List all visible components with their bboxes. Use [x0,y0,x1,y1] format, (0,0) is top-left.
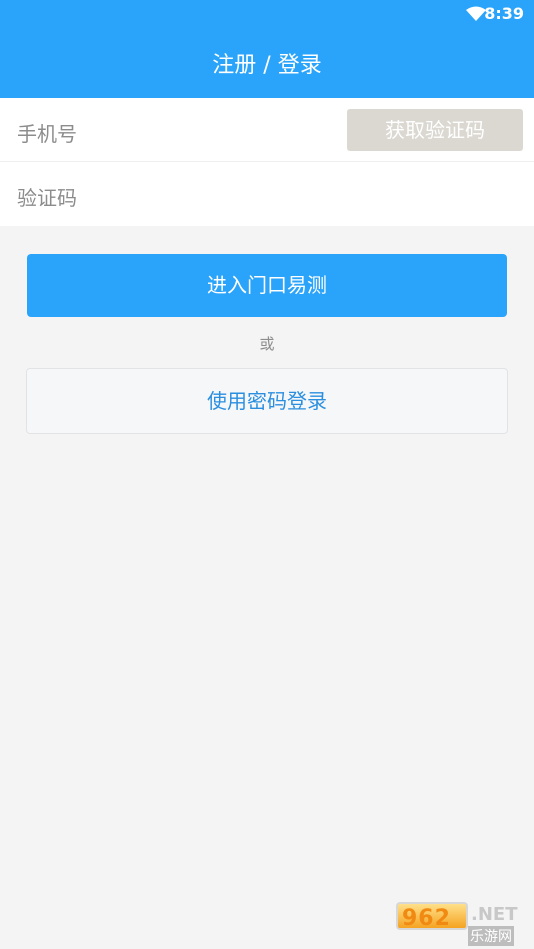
watermark-site-name: 乐游网 [468,926,514,946]
enter-button[interactable]: 进入门口易测 [27,254,507,317]
app-bar: 8:39 注册 / 登录 [0,0,534,98]
verification-code-field[interactable]: 验证码 [17,182,77,211]
get-code-button[interactable]: 获取验证码 [347,109,523,151]
watermark-logo: 962 .NET 乐游网 [396,896,534,949]
wifi-icon [466,6,486,21]
password-login-button[interactable]: 使用密码登录 [26,368,508,434]
or-divider-text: 或 [259,335,275,353]
verify-row[interactable]: 验证码 [0,162,534,225]
watermark-badge: 962 [396,902,468,931]
phone-field[interactable]: 手机号 [17,118,77,147]
watermark-number: 962 [402,906,451,931]
phone-row[interactable]: 手机号 获取验证码 [0,98,534,162]
page-title: 注册 / 登录 [212,53,322,78]
login-form: 手机号 获取验证码 验证码 [0,98,534,226]
status-time: 8:39 [484,4,524,23]
status-bar: 8:39 [0,0,534,28]
watermark-suffix: .NET [471,904,518,925]
